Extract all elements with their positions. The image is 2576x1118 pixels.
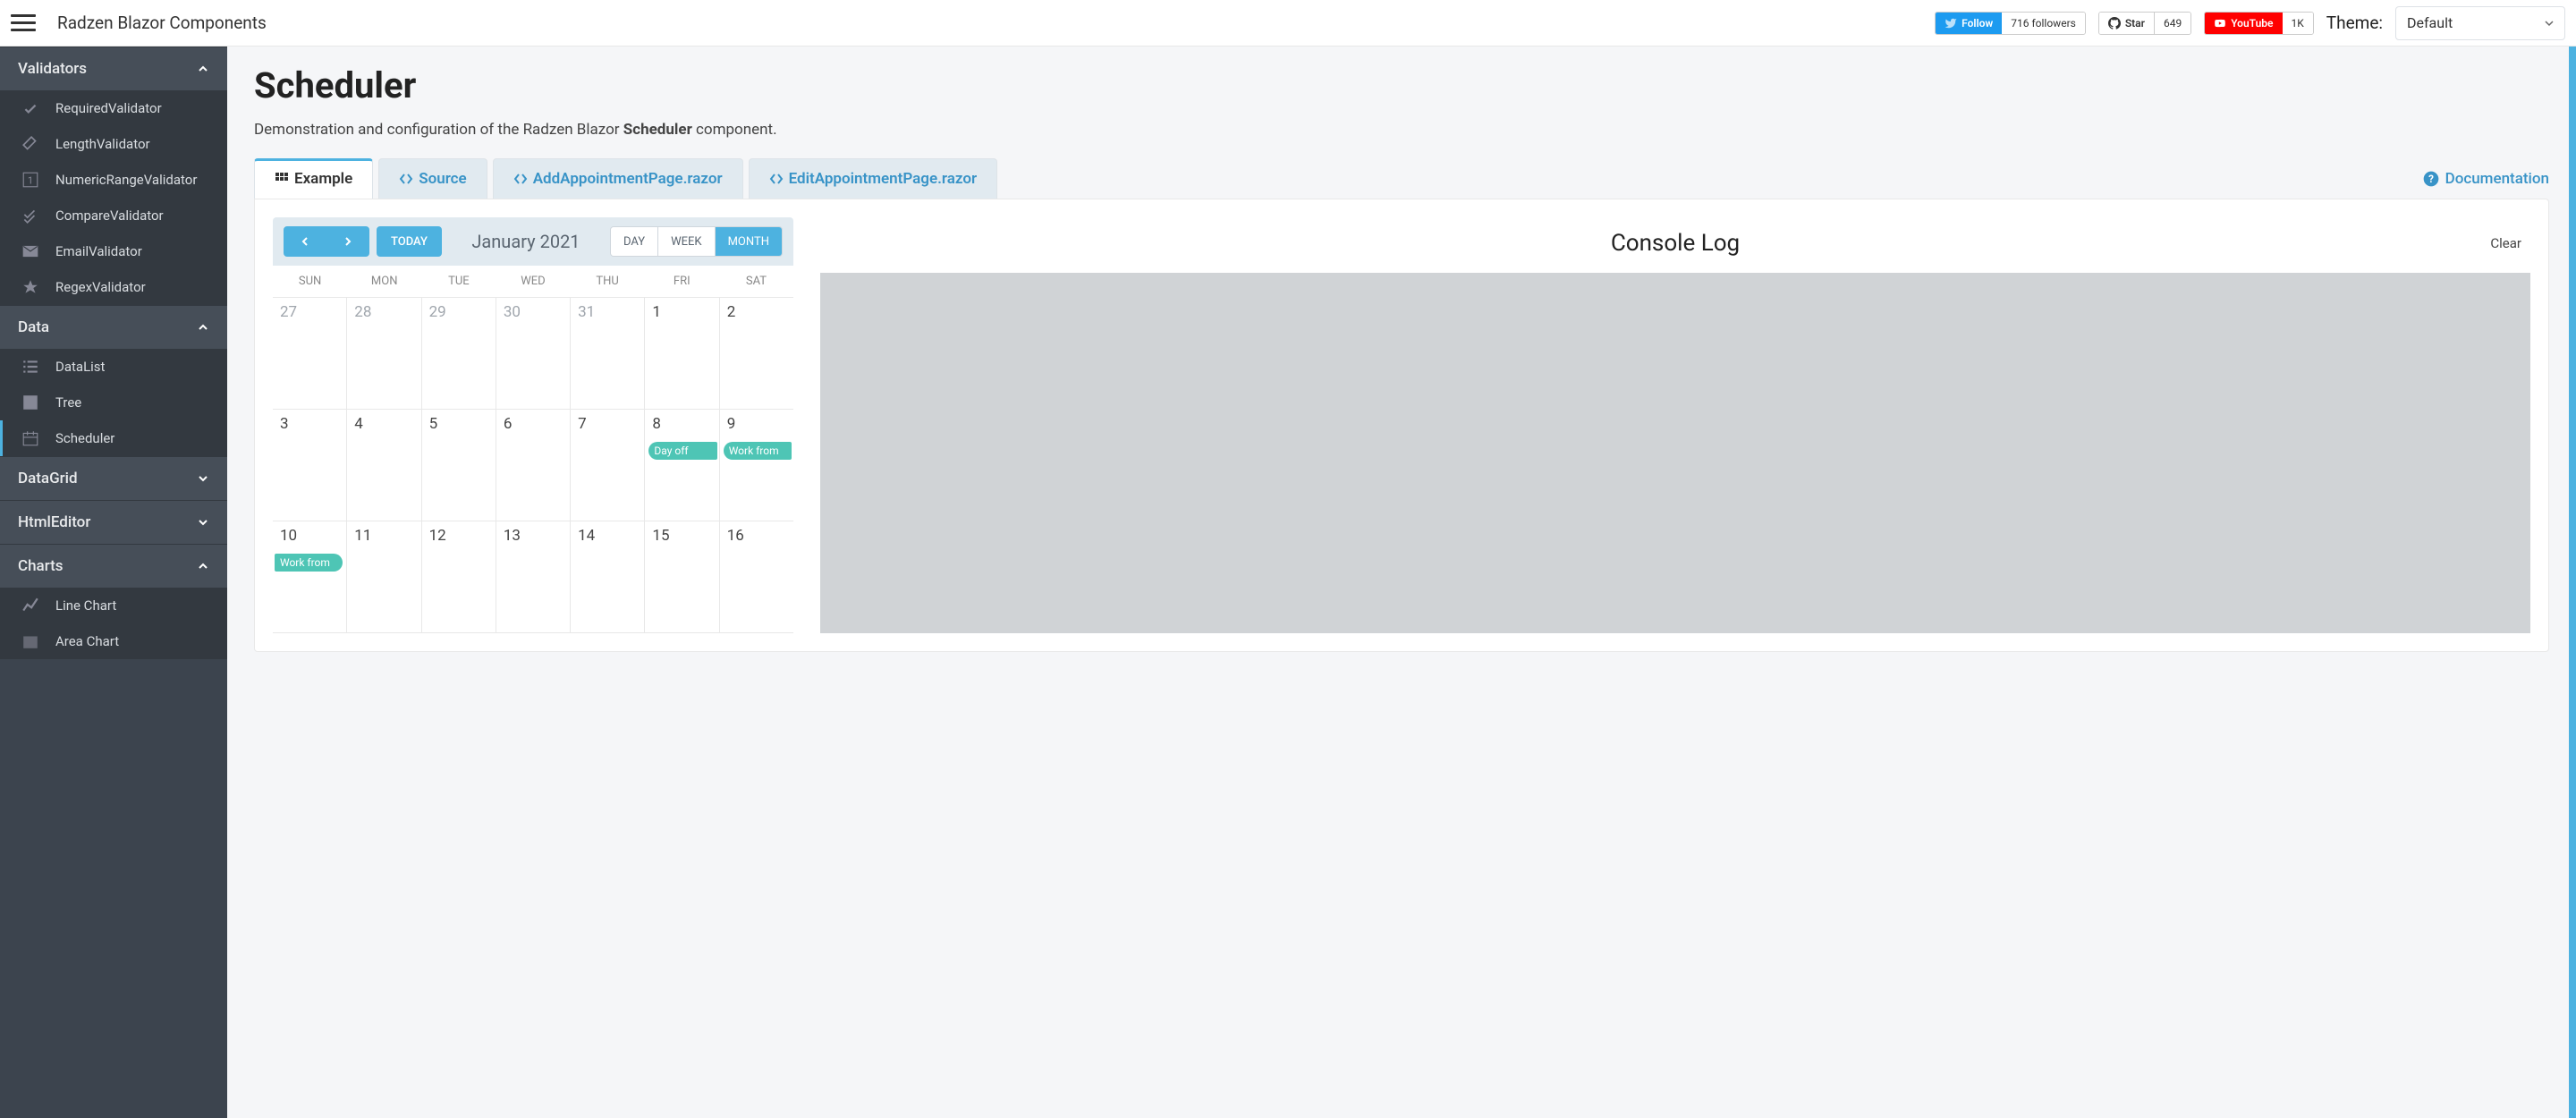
- calendar-cell[interactable]: 27: [273, 298, 347, 409]
- sidebar-item-lengthvalidator[interactable]: LengthValidator: [0, 126, 227, 162]
- menu-toggle[interactable]: [11, 11, 36, 36]
- calendar-cell[interactable]: 10Work from: [273, 521, 347, 632]
- main-content: Scheduler Demonstration and configuratio…: [227, 47, 2576, 1118]
- chevron-left-icon: [301, 236, 309, 247]
- sidebar-item-requiredvalidator[interactable]: RequiredValidator: [0, 90, 227, 126]
- calendar-cell[interactable]: 16: [720, 521, 793, 632]
- sidebar-item-line-chart[interactable]: Line Chart: [0, 588, 227, 623]
- day-header: WED: [496, 266, 570, 297]
- day-header: THU: [571, 266, 645, 297]
- day-header: FRI: [645, 266, 719, 297]
- sidebar-item-comparevalidator[interactable]: CompareValidator: [0, 198, 227, 233]
- chevron-down-icon: [2545, 19, 2554, 28]
- sidebar-item-regexvalidator[interactable]: RegexValidator: [0, 269, 227, 305]
- calendar-cell[interactable]: 14: [571, 521, 645, 632]
- appointment[interactable]: Day off: [648, 442, 716, 460]
- youtube-button[interactable]: YouTube 1K: [2204, 12, 2314, 35]
- help-icon: ?: [2422, 170, 2440, 188]
- tab-example[interactable]: Example: [254, 158, 373, 199]
- calendar-cell[interactable]: 2: [720, 298, 793, 409]
- calendar-cell[interactable]: 28: [347, 298, 421, 409]
- svg-text:1: 1: [28, 174, 33, 186]
- sidebar-section-data[interactable]: Data: [0, 305, 227, 349]
- calendar-cell[interactable]: 6: [496, 410, 571, 521]
- prev-button[interactable]: [284, 226, 326, 257]
- calendar-cell[interactable]: 31: [571, 298, 645, 409]
- sidebar-section-charts[interactable]: Charts: [0, 544, 227, 588]
- page-description: Demonstration and configuration of the R…: [254, 121, 2549, 139]
- day-header: SUN: [273, 266, 347, 297]
- tab-addappointmentpage-razor[interactable]: AddAppointmentPage.razor: [493, 158, 743, 199]
- calendar-cell[interactable]: 1: [645, 298, 719, 409]
- clear-button[interactable]: Clear: [2490, 235, 2521, 251]
- page-title: Scheduler: [254, 64, 2549, 106]
- sidebar-item-tree[interactable]: Tree: [0, 385, 227, 420]
- sidebar-section-datagrid[interactable]: DataGrid: [0, 456, 227, 500]
- calendar-cell[interactable]: 30: [496, 298, 571, 409]
- calendar-cell[interactable]: 11: [347, 521, 421, 632]
- calendar-cell[interactable]: 29: [422, 298, 496, 409]
- view-day[interactable]: DAY: [611, 227, 657, 256]
- sidebar-item-area-chart[interactable]: Area Chart: [0, 623, 227, 659]
- chevron-right-icon: [343, 236, 352, 247]
- svg-text:?: ?: [2428, 173, 2434, 185]
- calendar-cell[interactable]: 13: [496, 521, 571, 632]
- calendar-cell[interactable]: 8Day off: [645, 410, 719, 521]
- theme-label: Theme:: [2326, 13, 2383, 33]
- tab-editappointmentpage-razor[interactable]: EditAppointmentPage.razor: [749, 158, 998, 199]
- sidebar: ValidatorsRequiredValidatorLengthValidat…: [0, 47, 227, 1118]
- scheduler-title: January 2021: [449, 231, 603, 252]
- scrollbar[interactable]: [2569, 47, 2576, 1118]
- tab-source[interactable]: Source: [378, 158, 487, 199]
- documentation-link[interactable]: ? Documentation: [2422, 170, 2549, 188]
- calendar-cell[interactable]: 4: [347, 410, 421, 521]
- sidebar-item-scheduler[interactable]: Scheduler: [0, 420, 227, 456]
- github-star-button[interactable]: Star 649: [2098, 12, 2191, 35]
- appointment[interactable]: Work from: [724, 442, 792, 460]
- calendar-cell[interactable]: 15: [645, 521, 719, 632]
- calendar-cell[interactable]: 7: [571, 410, 645, 521]
- sidebar-item-numericrangevalidator[interactable]: 1NumericRangeValidator: [0, 162, 227, 198]
- theme-select[interactable]: Default: [2395, 6, 2565, 40]
- sidebar-item-emailvalidator[interactable]: EmailValidator: [0, 233, 227, 269]
- console-body: [820, 273, 2530, 633]
- day-header: SAT: [719, 266, 793, 297]
- calendar-cell[interactable]: 12: [422, 521, 496, 632]
- day-header: TUE: [421, 266, 496, 297]
- day-header: MON: [347, 266, 421, 297]
- sidebar-item-datalist[interactable]: DataList: [0, 349, 227, 385]
- scheduler: TODAY January 2021 DAYWEEKMONTH SUNMONTU…: [273, 217, 793, 633]
- appointment[interactable]: Work from: [275, 554, 343, 572]
- next-button[interactable]: [326, 226, 369, 257]
- sidebar-section-validators[interactable]: Validators: [0, 47, 227, 90]
- console-title: Console Log: [1611, 230, 1740, 257]
- today-button[interactable]: TODAY: [377, 226, 442, 257]
- view-month[interactable]: MONTH: [715, 227, 782, 256]
- view-week[interactable]: WEEK: [657, 227, 714, 256]
- calendar-cell[interactable]: 5: [422, 410, 496, 521]
- calendar-cell[interactable]: 9Work from: [720, 410, 793, 521]
- twitter-follow-button[interactable]: Follow 716 followers: [1935, 12, 2086, 35]
- sidebar-section-htmleditor[interactable]: HtmlEditor: [0, 500, 227, 544]
- brand-title: Radzen Blazor Components: [57, 13, 267, 33]
- calendar-cell[interactable]: 3: [273, 410, 347, 521]
